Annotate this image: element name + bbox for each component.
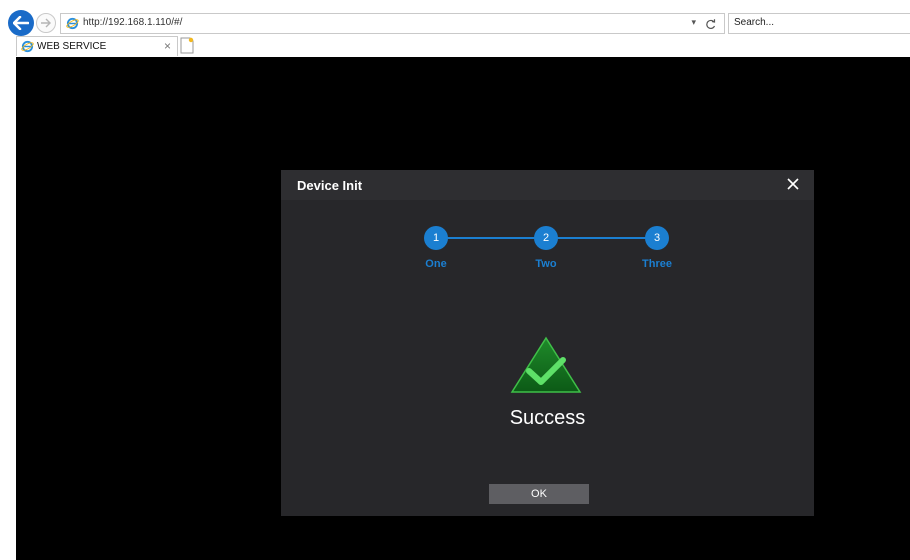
new-tab-icon[interactable]	[180, 37, 194, 54]
address-bar[interactable]: http://192.168.1.110/#/ ▾	[60, 13, 725, 34]
ie-logo-icon	[66, 17, 79, 30]
back-button[interactable]	[8, 10, 34, 36]
step-connector	[446, 237, 546, 239]
search-placeholder: Search...	[734, 17, 775, 28]
forward-button[interactable]	[36, 13, 56, 33]
step-1-circle: 1	[424, 226, 448, 250]
dialog-title: Device Init	[297, 178, 363, 193]
status-text: Success	[509, 407, 586, 429]
ok-button[interactable]: OK	[489, 484, 589, 504]
step-3-label: Three	[642, 258, 672, 270]
step-3-circle: 3	[645, 226, 669, 250]
ie-logo-icon	[21, 40, 34, 53]
back-arrow-icon	[13, 16, 29, 30]
device-init-dialog: Device Init 1 2 3 One Two Three Success …	[281, 170, 814, 516]
dialog-header: Device Init	[281, 170, 814, 200]
step-1-label: One	[425, 258, 447, 270]
forward-arrow-icon	[41, 18, 51, 28]
success-check-triangle-icon	[510, 336, 582, 393]
close-icon[interactable]	[786, 177, 800, 191]
step-connector	[556, 237, 656, 239]
tab-title: WEB SERVICE	[37, 41, 107, 52]
tab-close-icon[interactable]: ×	[164, 39, 171, 53]
refresh-icon[interactable]	[706, 15, 716, 33]
step-2-label: Two	[535, 258, 557, 270]
step-2-circle: 2	[534, 226, 558, 250]
url-text: http://192.168.1.110/#/	[83, 17, 183, 28]
tab-web-service[interactable]: WEB SERVICE ×	[16, 36, 178, 56]
search-box[interactable]: Search...	[728, 13, 910, 34]
browser-chrome: http://192.168.1.110/#/ ▾ Search... WEB …	[0, 0, 910, 57]
address-dropdown-icon[interactable]: ▾	[691, 17, 696, 28]
